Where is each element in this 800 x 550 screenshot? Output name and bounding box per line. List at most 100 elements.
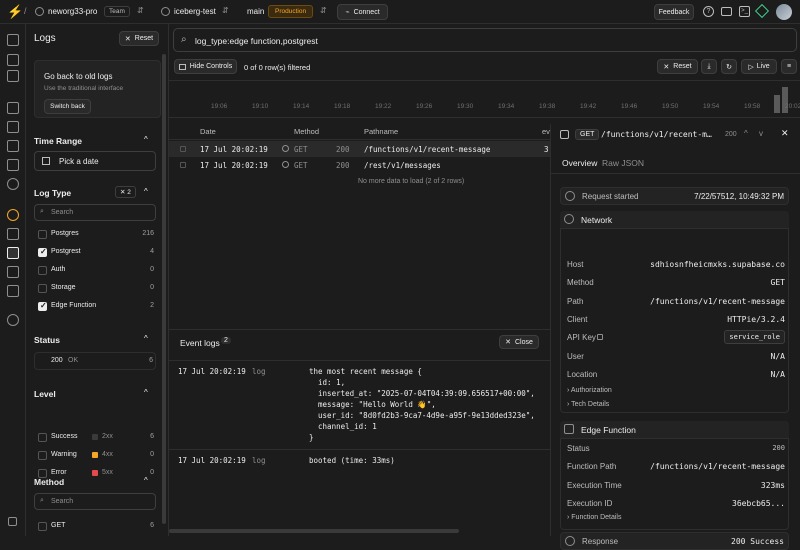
log-type-row[interactable]: Edge Function 2 bbox=[34, 298, 156, 316]
org-plan-badge: Team bbox=[104, 6, 130, 17]
org-name[interactable]: neworg33-pro bbox=[48, 7, 97, 16]
realtime-icon[interactable] bbox=[7, 178, 19, 190]
assistant-icon[interactable] bbox=[754, 3, 770, 19]
search-input[interactable]: log_type:edge function,postgrest bbox=[195, 36, 318, 46]
inbox-icon[interactable] bbox=[721, 7, 732, 16]
edge-functions-icon[interactable] bbox=[7, 159, 19, 171]
avatar[interactable] bbox=[776, 4, 792, 20]
pick-date-button[interactable]: Pick a date bbox=[34, 151, 156, 171]
panel-scrollbar[interactable] bbox=[162, 54, 166, 524]
api-docs-icon[interactable] bbox=[7, 266, 19, 278]
log-type-count-badge[interactable]: ✕ 2 bbox=[115, 186, 136, 198]
col-pathname[interactable]: Pathname bbox=[364, 127, 398, 136]
refresh-button[interactable]: ↻ bbox=[721, 59, 737, 74]
org-switcher-icon[interactable]: ⇵ bbox=[137, 6, 144, 15]
checkbox[interactable] bbox=[38, 469, 47, 478]
log-type-row[interactable]: Storage 0 bbox=[34, 280, 156, 298]
status-row-200[interactable]: 200 OK 6 bbox=[34, 352, 156, 370]
checkbox[interactable] bbox=[38, 433, 47, 442]
close-event-logs-button[interactable]: ✕ Close bbox=[499, 335, 539, 349]
timeline-tick-label: 19:30 bbox=[457, 103, 474, 110]
level-row[interactable]: Success 2xx 6 bbox=[34, 429, 156, 447]
supabase-logo-icon[interactable]: ⚡ bbox=[7, 5, 23, 19]
reset-filters-button[interactable]: ✕ Reset bbox=[119, 31, 159, 46]
level-row[interactable]: Error 5xx 0 bbox=[34, 465, 156, 483]
checkbox[interactable] bbox=[38, 451, 47, 460]
collapse-sidebar-icon[interactable] bbox=[8, 517, 17, 526]
table-row[interactable]: 17 Jul 20:02:19 GET 200/functions/v1/recen… bbox=[169, 141, 550, 157]
method-row-get[interactable]: GET 6 bbox=[34, 518, 156, 536]
connect-button[interactable]: ⌁ Connect bbox=[337, 4, 388, 20]
col-date[interactable]: Date bbox=[200, 127, 216, 136]
event-log-entry[interactable]: 17 Jul 20:02:19 log the most recent messag… bbox=[169, 360, 550, 449]
reports-icon[interactable] bbox=[7, 228, 19, 240]
feedback-button[interactable]: Feedback bbox=[654, 4, 694, 20]
logs-icon[interactable] bbox=[7, 247, 19, 259]
col-ev[interactable]: ev bbox=[542, 127, 550, 136]
terminal-icon[interactable]: >_ bbox=[739, 6, 750, 17]
checkbox[interactable] bbox=[38, 230, 47, 239]
event-message-line: the most recent message { bbox=[309, 367, 422, 376]
toggle-layout-button[interactable]: ≡ bbox=[781, 59, 797, 74]
row-select-icon[interactable] bbox=[180, 162, 186, 168]
checkbox[interactable] bbox=[38, 247, 47, 257]
function-details-toggle[interactable]: › Function Details bbox=[567, 514, 621, 521]
timeline-chart[interactable] bbox=[169, 80, 800, 118]
branch-switcher-icon[interactable]: ⇵ bbox=[320, 6, 327, 15]
chevron-up-icon[interactable]: ^ bbox=[144, 334, 148, 343]
tab-raw-json[interactable]: Raw JSON bbox=[602, 158, 644, 168]
settings-icon[interactable] bbox=[7, 314, 19, 326]
edge-key: Function Path bbox=[567, 462, 617, 472]
table-editor-icon[interactable] bbox=[7, 54, 19, 66]
checkbox[interactable] bbox=[38, 284, 47, 293]
database-icon[interactable] bbox=[7, 102, 19, 114]
chevron-up-icon[interactable]: ^ bbox=[144, 187, 148, 196]
branch-name[interactable]: main bbox=[247, 7, 264, 16]
log-type-row[interactable]: Auth 0 bbox=[34, 262, 156, 280]
switch-back-button[interactable]: Switch back bbox=[44, 99, 91, 114]
panel-title: Logs bbox=[34, 33, 56, 44]
next-row-icon[interactable]: v bbox=[759, 129, 763, 138]
reset-button[interactable]: ✕ Reset bbox=[657, 59, 698, 74]
prev-row-icon[interactable]: ^ bbox=[744, 129, 748, 138]
tech-details-toggle[interactable]: › Tech Details bbox=[567, 401, 609, 408]
col-method[interactable]: Method bbox=[294, 127, 319, 136]
log-type-row[interactable]: Postgrest 4 bbox=[34, 244, 156, 262]
integrations-icon[interactable] bbox=[7, 285, 19, 297]
download-button[interactable]: ⤓ bbox=[701, 59, 717, 74]
chevron-up-icon[interactable]: ^ bbox=[144, 135, 148, 144]
authorization-toggle[interactable]: › Authorization bbox=[567, 387, 612, 394]
advisors-icon[interactable] bbox=[7, 209, 19, 221]
table-row[interactable]: 17 Jul 20:02:19 GET 200/rest/v1/messages bbox=[169, 157, 550, 173]
event-log-entry[interactable]: 17 Jul 20:02:19 log booted (time: 33ms) bbox=[169, 449, 550, 472]
log-type-row[interactable]: Postgres 216 bbox=[34, 226, 156, 244]
live-button[interactable]: ▷ Live bbox=[741, 59, 777, 74]
row-select-icon[interactable] bbox=[180, 146, 186, 152]
search-bar[interactable]: ⌕ log_type:edge function,postgrest bbox=[173, 28, 797, 52]
checkbox[interactable] bbox=[38, 266, 47, 275]
storage-icon[interactable] bbox=[7, 140, 19, 152]
timeline-bar[interactable] bbox=[774, 95, 780, 113]
project-name[interactable]: iceberg-test bbox=[174, 7, 216, 16]
play-icon: ▷ bbox=[748, 63, 754, 71]
sql-editor-icon[interactable] bbox=[7, 70, 19, 82]
log-type-search-input[interactable]: ⌕ Search bbox=[34, 204, 156, 221]
project-switcher-icon[interactable]: ⇵ bbox=[222, 6, 229, 15]
checkbox[interactable] bbox=[38, 301, 47, 311]
horizontal-scrollbar[interactable] bbox=[169, 529, 459, 533]
checkbox[interactable] bbox=[38, 522, 47, 531]
nav-rail bbox=[0, 24, 26, 536]
chevron-up-icon[interactable]: ^ bbox=[144, 388, 148, 397]
help-icon[interactable]: ? bbox=[703, 6, 714, 17]
event-message-line: inserted_at: "2025-07-04T04:39:09.656517… bbox=[309, 389, 535, 398]
close-detail-icon[interactable]: ✕ bbox=[781, 128, 789, 139]
level-row[interactable]: Warning 4xx 0 bbox=[34, 447, 156, 465]
log-type-count: 0 bbox=[150, 266, 154, 273]
tab-overview[interactable]: Overview bbox=[562, 158, 598, 174]
auth-icon[interactable] bbox=[7, 121, 19, 133]
home-icon[interactable] bbox=[7, 34, 19, 46]
hide-controls-button[interactable]: Hide Controls bbox=[174, 59, 237, 74]
row-ev: 3 bbox=[544, 145, 549, 154]
method-search-input[interactable]: ⌕ Search bbox=[34, 493, 156, 510]
info-icon[interactable] bbox=[597, 334, 603, 341]
